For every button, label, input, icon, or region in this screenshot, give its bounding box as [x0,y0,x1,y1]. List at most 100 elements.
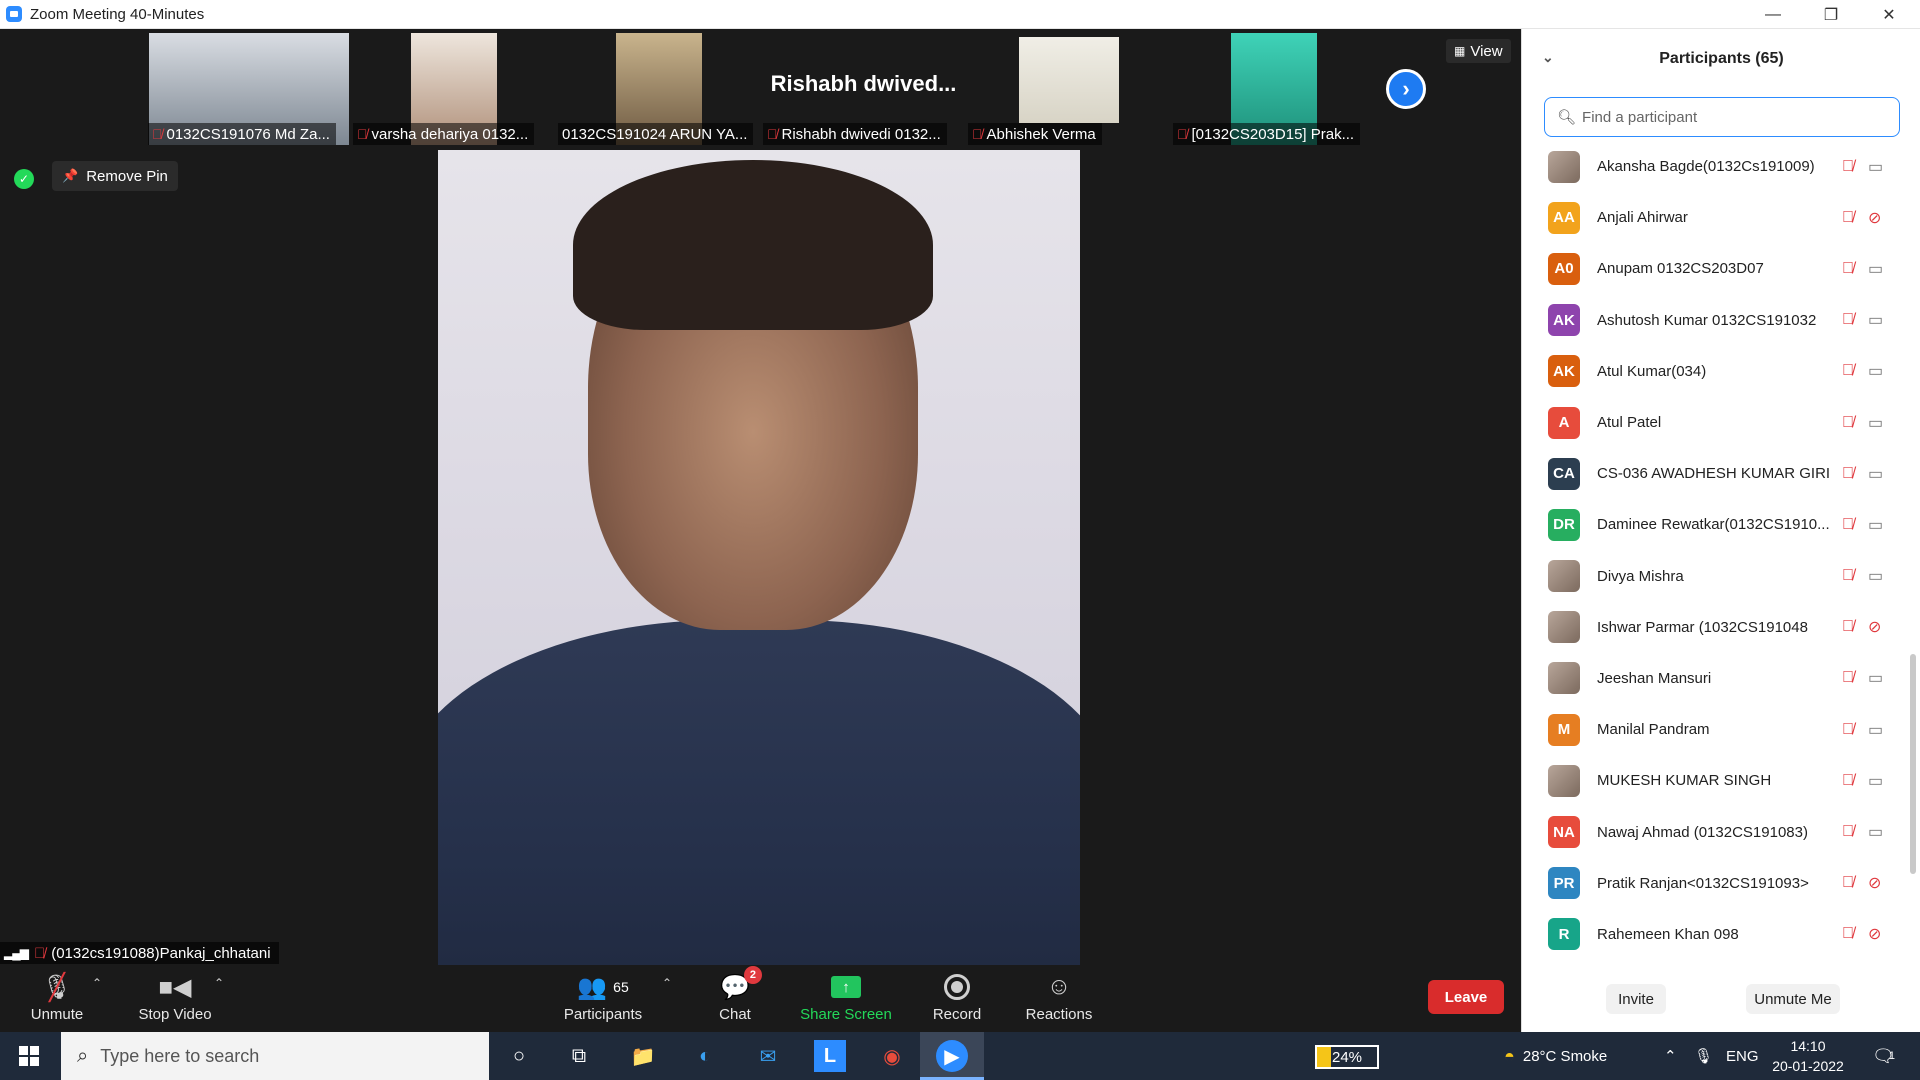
leave-button[interactable]: Leave [1428,980,1504,1014]
smiley-icon: ☺ [1046,973,1072,1000]
cortana-icon[interactable]: ○ [503,1040,535,1072]
clock[interactable]: 14:10 20-01-2022 [1768,1036,1848,1076]
next-page-button[interactable]: › [1386,69,1426,109]
participant-row[interactable]: A0 Anupam 0132CS203D07 🎙̸ ▭ [1522,243,1920,294]
participant-search-input[interactable]: 🔍︎ Find a participant [1544,97,1900,137]
mic-muted-icon[interactable]: 🎙̸ [1842,516,1854,534]
participant-row[interactable]: AK Atul Kumar(034) 🎙̸ ▭ [1522,346,1920,397]
chrome-icon[interactable]: ◉ [876,1040,908,1072]
tile-name-bar: 🎙̸ Abhishek Verma [968,123,1102,145]
weather-widget[interactable]: ◓ 28°C Smoke [1504,1032,1607,1080]
video-off-icon[interactable]: ⊘ [1868,617,1881,637]
video-camera-icon[interactable]: ▭ [1868,413,1883,433]
mail-icon[interactable]: ✉ [752,1040,784,1072]
minimize-button[interactable]: — [1744,0,1802,29]
record-button[interactable]: Record [930,966,984,1032]
participant-row[interactable]: AK Ashutosh Kumar 0132CS191032 🎙̸ ▭ [1522,295,1920,346]
video-off-icon[interactable]: ⊘ [1868,873,1881,893]
mic-muted-icon[interactable]: 🎙̸ [1842,823,1854,841]
video-off-icon[interactable]: ⊘ [1868,924,1881,944]
mic-muted-icon[interactable]: 🎙̸ [1842,158,1854,176]
video-camera-icon[interactable]: ▭ [1868,464,1883,484]
video-tile[interactable]: 🎙̸ varsha dehariya 0132... [353,33,554,145]
participant-row[interactable]: MUKESH KUMAR SINGH 🎙̸ ▭ [1522,755,1920,806]
app-l-icon[interactable]: L [814,1040,846,1072]
chat-button[interactable]: 💬 2 Chat [714,966,762,1032]
mic-muted-icon[interactable]: 🎙̸ [1842,362,1854,380]
chevron-down-icon[interactable]: ⌄ [1542,49,1554,66]
participant-row[interactable]: Ishwar Parmar (1032CS191048 🎙̸ ⊘ [1522,602,1920,653]
video-tile[interactable]: 🎙̸ 0132CS191076 Md Za... [148,33,349,145]
video-off-icon[interactable]: ⊘ [1868,208,1881,228]
file-explorer-icon[interactable]: 📁 [627,1040,659,1072]
signal-icon: ▂▄▆ [4,946,29,960]
reactions-button[interactable]: ☺ Reactions [1023,966,1095,1032]
video-camera-icon[interactable]: ▭ [1868,668,1883,688]
participant-row[interactable]: DR Daminee Rewatkar(0132CS1910... 🎙̸ ▭ [1522,499,1920,550]
video-camera-icon[interactable]: ▭ [1868,361,1883,381]
show-hidden-icons-chevron-icon[interactable]: ⌃ [1664,1032,1677,1080]
mic-muted-icon[interactable]: 🎙̸ [1842,465,1854,483]
unmute-button[interactable]: 🎙 ╱ Unmute [24,966,90,1032]
video-camera-icon[interactable]: ▭ [1868,515,1883,535]
video-camera-icon[interactable]: ▭ [1868,566,1883,586]
mic-muted-icon[interactable]: 🎙̸ [1842,414,1854,432]
participant-row[interactable]: Akansha Bagde(0132Cs191009) 🎙̸ ▭ [1522,141,1920,192]
participant-row[interactable]: A Atul Patel 🎙̸ ▭ [1522,397,1920,448]
video-tile[interactable]: Rishabh dwived... 🎙̸ Rishabh dwivedi 0132… [763,33,964,145]
tile-name-bar: 🎙̸ Rishabh dwivedi 0132... [763,123,947,145]
video-camera-icon[interactable]: ▭ [1868,771,1883,791]
view-button[interactable]: ▦ View [1446,39,1511,63]
video-camera-icon[interactable]: ▭ [1868,259,1883,279]
mic-muted-icon[interactable]: 🎙̸ [1842,618,1854,636]
mic-muted-icon[interactable]: 🎙̸ [1842,925,1854,943]
video-camera-icon[interactable]: ▭ [1868,720,1883,740]
participant-row[interactable]: M Manilal Pandram 🎙̸ ▭ [1522,704,1920,755]
video-camera-icon[interactable]: ▭ [1868,157,1883,177]
video-camera-icon[interactable]: ▭ [1868,822,1883,842]
mic-muted-icon[interactable]: 🎙̸ [1842,772,1854,790]
share-screen-button[interactable]: ↑ Share Screen [800,966,892,1032]
mic-muted-icon[interactable]: 🎙̸ [1842,669,1854,687]
avatar: AA [1548,201,1580,234]
unmute-me-button[interactable]: Unmute Me [1746,984,1840,1014]
chevron-up-icon[interactable]: ⌃ [92,976,102,990]
mic-muted-icon[interactable]: 🎙̸ [1842,874,1854,892]
participant-row[interactable]: Divya Mishra 🎙̸ ▭ [1522,551,1920,602]
participant-row[interactable]: PR Pratik Ranjan<0132CS191093> 🎙̸ ⊘ [1522,858,1920,909]
encryption-shield-icon[interactable]: ✓ [14,169,34,189]
stop-video-button[interactable]: ■◀ Stop Video [134,966,216,1032]
mic-muted-icon[interactable]: 🎙̸ [1842,721,1854,739]
close-button[interactable]: ✕ [1860,0,1918,29]
participants-button[interactable]: 👥 65 Participants [562,966,644,1032]
task-view-icon[interactable]: ⧉ [563,1040,595,1072]
start-button[interactable] [0,1032,58,1080]
microphone-tray-icon[interactable]: 🎙 [1694,1032,1713,1080]
avatar: AK [1548,355,1580,388]
edge-browser-icon[interactable]: ◐ [689,1040,721,1072]
chevron-up-icon[interactable]: ⌃ [662,976,672,990]
participant-row[interactable]: Jeeshan Mansuri 🎙̸ ▭ [1522,653,1920,704]
language-indicator[interactable]: ENG [1726,1032,1759,1080]
participant-row[interactable]: R Rahemeen Khan 098 🎙̸ ⊘ [1522,909,1920,960]
notification-center-icon[interactable]: 🗨 1 [1872,1032,1895,1080]
mic-muted-icon[interactable]: 🎙̸ [1842,209,1854,227]
mic-muted-icon[interactable]: 🎙̸ [1842,260,1854,278]
video-tile[interactable]: 0132CS191024 ARUN YA... [558,33,759,145]
participant-row[interactable]: CA CS-036 AWADHESH KUMAR GIRI 🎙̸ ▭ [1522,448,1920,499]
video-camera-icon[interactable]: ▭ [1868,310,1883,330]
video-tile[interactable]: 🎙̸ Abhishek Verma [968,33,1169,145]
scrollbar[interactable] [1910,654,1916,874]
battery-indicator[interactable]: 24% [1315,1045,1379,1069]
invite-button[interactable]: Invite [1606,984,1666,1014]
mic-muted-icon[interactable]: 🎙̸ [1842,311,1854,329]
participant-row[interactable]: NA Nawaj Ahmad (0132CS191083) 🎙̸ ▭ [1522,806,1920,857]
mic-muted-icon[interactable]: 🎙̸ [1842,567,1854,585]
zoom-app-icon[interactable]: ▶ [936,1040,968,1072]
video-tile[interactable]: 🎙̸ [0132CS203D15] Prak... [1173,33,1374,145]
restore-button[interactable]: ❐ [1802,0,1860,29]
chevron-up-icon[interactable]: ⌃ [214,976,224,990]
remove-pin-button[interactable]: 📌 Remove Pin [52,161,178,191]
taskbar-search-input[interactable]: ⌕ Type here to search [61,1032,489,1080]
participant-row[interactable]: AA Anjali Ahirwar 🎙̸ ⊘ [1522,192,1920,243]
